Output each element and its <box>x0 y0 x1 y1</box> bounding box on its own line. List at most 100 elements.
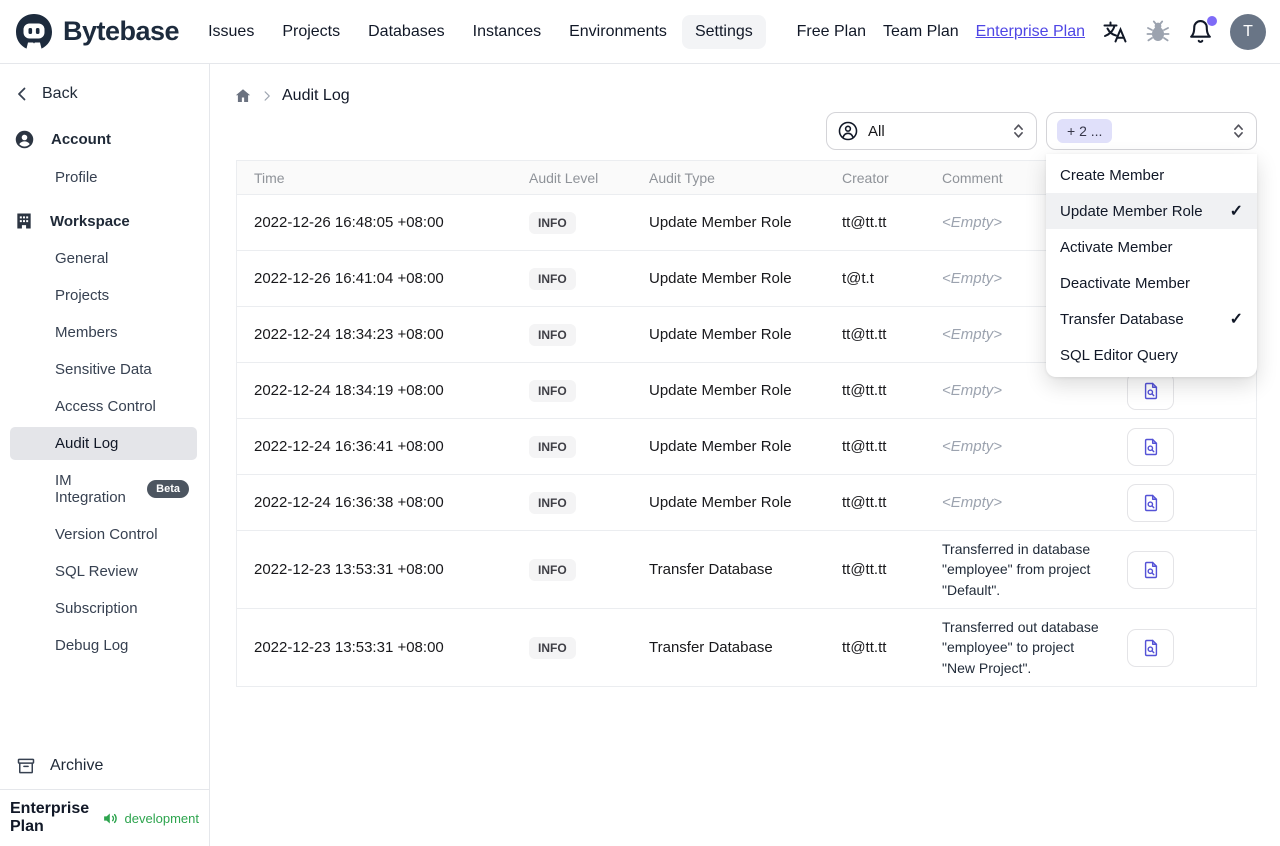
beta-badge: Beta <box>147 479 189 499</box>
sidebar-item-label: Audit Log <box>55 435 119 452</box>
menu-item-update-member-role[interactable]: Update Member Role ✓ <box>1046 193 1257 229</box>
row-comment: <Empty> <box>942 438 1003 455</box>
menu-item-sql-editor-query[interactable]: SQL Editor Query <box>1046 337 1257 373</box>
audit-level-badge: INFO <box>529 379 576 402</box>
table-row: 2022-12-23 13:53:31 +08:00 INFO Transfer… <box>237 609 1256 687</box>
team-plan-link[interactable]: Team Plan <box>883 23 959 41</box>
sidebar-item-subscription[interactable]: Subscription <box>10 592 197 625</box>
nav-environments[interactable]: Environments <box>556 15 680 49</box>
menu-item-label: Update Member Role <box>1060 202 1203 220</box>
sidebar-item-profile[interactable]: Profile <box>10 161 197 194</box>
audit-type-filter-select[interactable]: + 2 ... <box>1046 112 1257 150</box>
sidebar-item-label: General <box>55 250 109 267</box>
sidebar-item-label: IM Integration <box>55 472 126 506</box>
audit-level-badge: INFO <box>529 491 576 514</box>
nav-instances[interactable]: Instances <box>460 15 554 49</box>
chevron-left-icon <box>14 86 30 102</box>
sidebar-item-sensitive-data[interactable]: Sensitive Data <box>10 353 197 386</box>
sidebar-item-label: Profile <box>55 169 98 186</box>
free-plan-link[interactable]: Free Plan <box>797 23 866 41</box>
row-audit-type: Update Member Role <box>649 214 792 231</box>
row-audit-type: Transfer Database <box>649 639 773 656</box>
archive-box-icon <box>16 756 36 776</box>
row-time: 2022-12-23 13:53:31 +08:00 <box>254 561 444 578</box>
row-audit-type: Update Member Role <box>649 382 792 399</box>
sidebar-item-general[interactable]: General <box>10 242 197 275</box>
table-row: 2022-12-24 16:36:38 +08:00 INFO Update M… <box>237 475 1256 531</box>
bytebase-logo[interactable]: Bytebase <box>14 12 180 52</box>
row-audit-type: Update Member Role <box>649 494 792 511</box>
sidebar-item-members[interactable]: Members <box>10 316 197 349</box>
brand-name: Bytebase <box>63 16 180 46</box>
row-creator: tt@tt.tt <box>842 494 887 511</box>
check-icon: ✓ <box>1229 311 1243 328</box>
nav-projects[interactable]: Projects <box>269 15 353 49</box>
row-creator: tt@tt.tt <box>842 214 887 231</box>
row-time: 2022-12-24 18:34:19 +08:00 <box>254 382 444 399</box>
sidebar-item-label: Members <box>55 324 118 341</box>
menu-item-label: SQL Editor Query <box>1060 346 1178 364</box>
current-plan-label: Enterprise Plan <box>10 800 90 835</box>
view-detail-button[interactable] <box>1127 427 1174 466</box>
settings-sidebar: Back Account Profile Workspace General P… <box>0 64 210 846</box>
enterprise-plan-link[interactable]: Enterprise Plan <box>976 23 1085 41</box>
row-audit-type: Update Member Role <box>649 270 792 287</box>
plan-status-bar: Enterprise Plan development <box>0 789 209 846</box>
chevron-up-down-icon <box>1011 122 1026 140</box>
table-row: 2022-12-23 13:53:31 +08:00 INFO Transfer… <box>237 531 1256 609</box>
view-detail-button[interactable] <box>1127 550 1174 589</box>
row-time: 2022-12-26 16:41:04 +08:00 <box>254 270 444 287</box>
nav-issues[interactable]: Issues <box>195 15 267 49</box>
back-button[interactable]: Back <box>0 74 209 114</box>
view-detail-button[interactable] <box>1127 371 1174 410</box>
archive-button[interactable]: Archive <box>0 743 209 789</box>
notification-dot <box>1207 16 1217 26</box>
row-time: 2022-12-23 13:53:31 +08:00 <box>254 639 444 656</box>
row-comment: Transferred out database "employee" to p… <box>942 619 1099 676</box>
menu-item-create-member[interactable]: Create Member <box>1046 157 1257 193</box>
audit-level-badge: INFO <box>529 558 576 581</box>
sidebar-item-version-control[interactable]: Version Control <box>10 518 197 551</box>
sidebar-item-debug-log[interactable]: Debug Log <box>10 629 197 662</box>
nav-databases[interactable]: Databases <box>355 15 458 49</box>
menu-item-activate-member[interactable]: Activate Member <box>1046 229 1257 265</box>
section-label: Account <box>51 131 111 148</box>
row-comment: Transferred in database "employee" from … <box>942 541 1091 598</box>
row-audit-type: Update Member Role <box>649 438 792 455</box>
sidebar-item-im-integration[interactable]: IM Integration Beta <box>10 464 197 514</box>
menu-item-deactivate-member[interactable]: Deactivate Member <box>1046 265 1257 301</box>
audit-level-badge: INFO <box>529 636 576 659</box>
notifications-bell-icon[interactable] <box>1188 16 1217 44</box>
row-creator: tt@tt.tt <box>842 438 887 455</box>
speaker-icon <box>102 810 119 827</box>
row-creator: tt@tt.tt <box>842 639 887 656</box>
row-comment: <Empty> <box>942 494 1003 511</box>
sidebar-section-workspace[interactable]: Workspace <box>0 202 209 240</box>
row-creator: t@t.t <box>842 270 874 287</box>
menu-item-transfer-database[interactable]: Transfer Database ✓ <box>1046 301 1257 337</box>
user-avatar[interactable]: T <box>1230 13 1266 50</box>
sidebar-item-sql-review[interactable]: SQL Review <box>10 555 197 588</box>
sidebar-item-projects[interactable]: Projects <box>10 279 197 312</box>
sidebar-item-audit-log[interactable]: Audit Log <box>10 427 197 460</box>
translate-icon[interactable] <box>1102 19 1128 45</box>
row-comment: <Empty> <box>942 382 1003 399</box>
sidebar-item-access-control[interactable]: Access Control <box>10 390 197 423</box>
table-row: 2022-12-24 16:36:41 +08:00 INFO Update M… <box>237 419 1256 475</box>
check-icon: ✓ <box>1229 203 1243 220</box>
sidebar-item-label: Subscription <box>55 600 138 617</box>
top-navbar: Bytebase Issues Projects Databases Insta… <box>0 0 1280 64</box>
menu-item-label: Activate Member <box>1060 238 1173 256</box>
nav-settings[interactable]: Settings <box>681 14 766 49</box>
row-time: 2022-12-26 16:48:05 +08:00 <box>254 214 444 231</box>
view-detail-button[interactable] <box>1127 483 1174 522</box>
row-creator: tt@tt.tt <box>842 382 887 399</box>
bug-report-icon[interactable] <box>1145 19 1171 45</box>
sidebar-section-account[interactable]: Account <box>0 120 209 159</box>
menu-item-label: Deactivate Member <box>1060 274 1191 292</box>
breadcrumb: Audit Log <box>210 64 1280 105</box>
view-detail-button[interactable] <box>1127 628 1174 667</box>
audit-level-badge: INFO <box>529 211 576 234</box>
home-icon[interactable] <box>234 87 252 105</box>
creator-filter-select[interactable]: All <box>826 112 1037 150</box>
